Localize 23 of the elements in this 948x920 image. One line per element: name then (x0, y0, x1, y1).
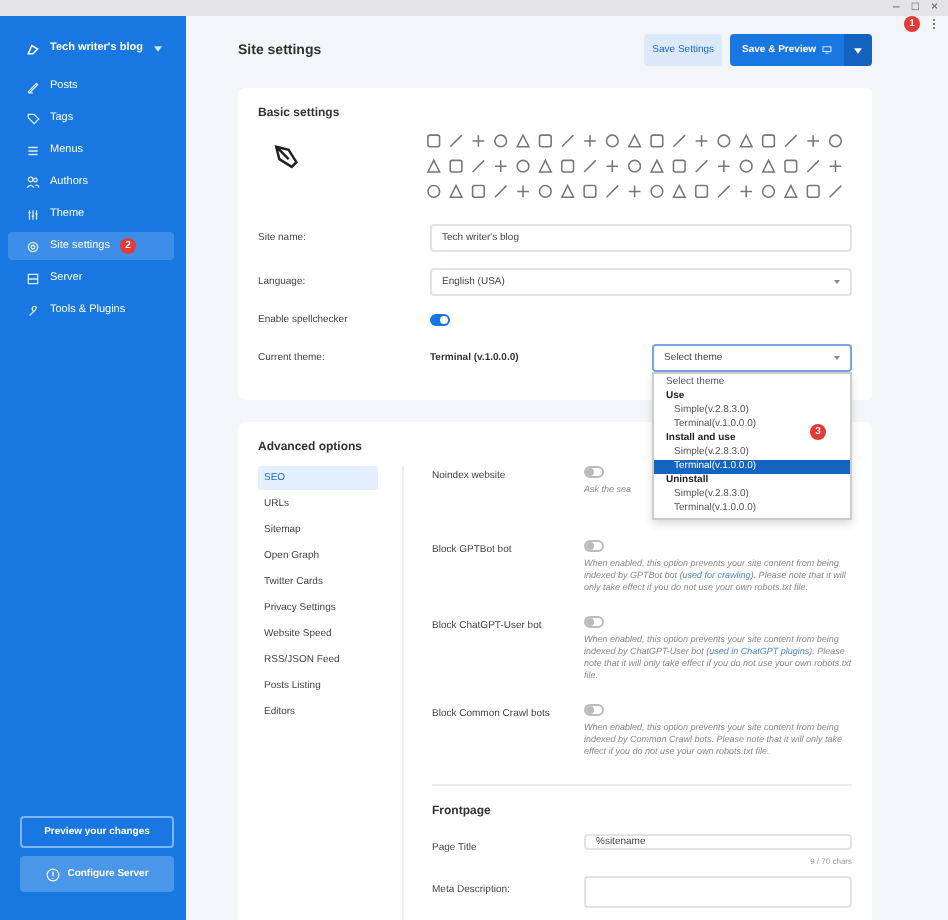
tag-icon (26, 111, 40, 125)
option-toggle[interactable] (584, 540, 604, 552)
option-toggle[interactable] (584, 616, 604, 628)
gear-icon (26, 239, 40, 253)
option-toggle[interactable] (584, 704, 604, 716)
meta-description-field[interactable] (584, 876, 852, 908)
sliders-icon (26, 207, 40, 221)
spellchecker-toggle[interactable] (430, 314, 450, 326)
wrench-icon (26, 303, 40, 317)
caret-icon (834, 280, 840, 284)
list-icon (26, 143, 40, 157)
info-icon (45, 867, 60, 881)
logo-icon (26, 41, 40, 55)
pen-nib-icon[interactable] (270, 140, 302, 172)
people-icon (26, 175, 40, 189)
caret-icon[interactable] (154, 45, 162, 51)
option-toggle[interactable] (584, 466, 604, 478)
monitor-icon (822, 46, 832, 54)
caret-icon (834, 356, 840, 360)
dropdown-button[interactable] (844, 34, 872, 66)
pen-icon (26, 79, 40, 93)
server-icon (26, 271, 40, 285)
caret-icon (854, 47, 862, 53)
